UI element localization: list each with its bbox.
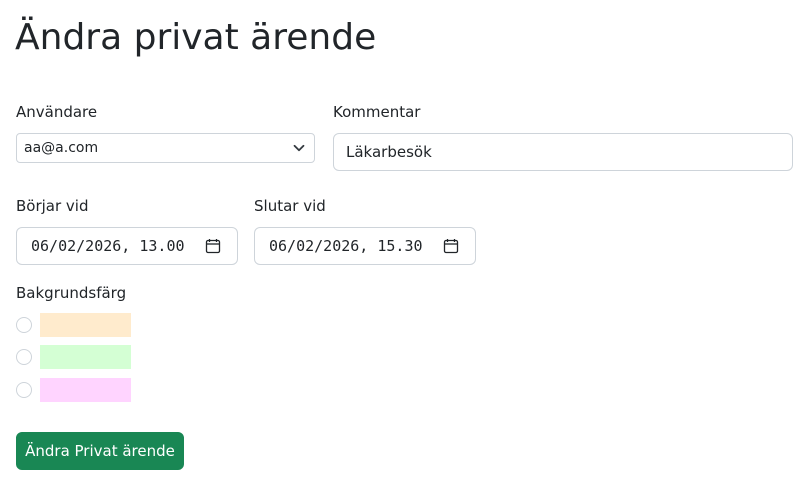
- color-option[interactable]: [16, 313, 156, 337]
- page-title: Ändra privat ärende: [15, 17, 377, 58]
- end-datetime-value: 06/02/2026, 15.30: [269, 237, 423, 255]
- user-select-value: aa@a.com: [24, 140, 99, 156]
- color-swatch: [40, 378, 131, 402]
- calendar-icon[interactable]: [205, 238, 221, 254]
- comment-input[interactable]: Läkarbesök: [333, 133, 793, 171]
- end-label: Slutar vid: [254, 197, 326, 215]
- color-radio[interactable]: [16, 382, 32, 398]
- color-swatch: [40, 313, 131, 337]
- start-label: Börjar vid: [16, 197, 89, 215]
- end-datetime-input[interactable]: 06/02/2026, 15.30: [254, 227, 476, 265]
- user-select[interactable]: aa@a.com: [16, 133, 315, 163]
- start-datetime-value: 06/02/2026, 13.00: [31, 237, 185, 255]
- submit-button[interactable]: Ändra Privat ärende: [16, 432, 184, 470]
- color-radio[interactable]: [16, 349, 32, 365]
- user-label: Användare: [16, 103, 98, 121]
- color-option[interactable]: [16, 345, 156, 369]
- chevron-down-icon: [293, 144, 305, 152]
- start-datetime-input[interactable]: 06/02/2026, 13.00: [16, 227, 238, 265]
- color-swatch: [40, 345, 131, 369]
- comment-label: Kommentar: [333, 103, 421, 121]
- background-color-label: Bakgrundsfärg: [16, 284, 127, 302]
- calendar-icon[interactable]: [443, 238, 459, 254]
- comment-value: Läkarbesök: [346, 143, 432, 161]
- color-radio[interactable]: [16, 317, 32, 333]
- color-option[interactable]: [16, 378, 156, 402]
